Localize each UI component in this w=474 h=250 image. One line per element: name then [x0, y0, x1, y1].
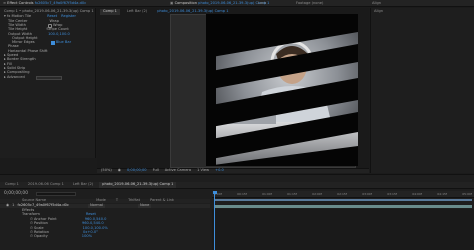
- ruler-tick: 02:00f: [312, 192, 322, 196]
- right-panel: [370, 8, 474, 173]
- subtab-left-bar[interactable]: Left Bar (2): [124, 9, 150, 15]
- photo-artwork: [206, 14, 358, 166]
- visibility-eye-icon[interactable]: ◉: [6, 204, 9, 208]
- timeline-tab-2019[interactable]: 2019-06-06 Comp 1: [25, 182, 67, 188]
- timeline-timecode[interactable]: 0;00;00;00: [4, 191, 28, 196]
- camera-icon[interactable]: ◉: [118, 169, 121, 173]
- layer-parent-dropdown[interactable]: None: [137, 204, 152, 208]
- effect-controls-layer-name: fx2605c7_49a0f67f5d4a.d0c: [34, 0, 87, 5]
- composition-tab-label: Composition: [174, 0, 198, 5]
- reset-effect-field[interactable]: [36, 76, 62, 80]
- footage-tab-label: Footage (none): [296, 0, 324, 5]
- register-button[interactable]: Register: [61, 15, 76, 19]
- align-tab-label: Align: [372, 0, 382, 5]
- resolution-dropdown[interactable]: Full: [153, 169, 159, 173]
- layer-number: 1: [12, 203, 15, 208]
- layer-tab-label: Lock: [258, 0, 267, 5]
- disclosure-triangle-icon[interactable]: ▸: [4, 75, 6, 80]
- color-swatch[interactable]: [50, 40, 55, 45]
- playhead[interactable]: [214, 191, 215, 250]
- ruler-tick: 03:15f: [387, 192, 397, 196]
- work-area-bar[interactable]: [214, 199, 472, 201]
- layer-duration-bar[interactable]: [214, 204, 472, 209]
- ruler-tick: 01:00f: [262, 192, 272, 196]
- ruler-tick: 05:00f: [462, 192, 472, 196]
- right-panel-label: Align: [374, 9, 384, 13]
- ruler-tick: 00:15f: [237, 192, 247, 196]
- composition-footer: (50%) ◉ 0;00;00;00 Full Active Camera 1 …: [97, 168, 369, 173]
- disclosure-triangle-icon[interactable]: ▾: [4, 15, 6, 19]
- timeline-tab-photo[interactable]: photo_2019-06-06_21-39-3(up) Comp 1: [99, 182, 177, 188]
- ruler-tick: 03:00f: [362, 192, 372, 196]
- layer-tab[interactable]: Lock: [258, 0, 267, 6]
- timeline-ruler[interactable]: 0:00f 00:15f 01:00f 01:15f 02:00f 02:15f…: [212, 191, 474, 198]
- lock-icon[interactable]: ▣: [170, 1, 173, 5]
- comp-preview-image[interactable]: [206, 14, 358, 166]
- ruler-tick: 04:15f: [437, 192, 447, 196]
- view-dropdown[interactable]: 1 View: [197, 169, 209, 173]
- effect-controls-tab-label: Effect Controls: [7, 0, 34, 5]
- composition-tab[interactable]: ▣ Composition photo_2019-06-06_21-39-3(u…: [170, 0, 269, 6]
- timeline-search-field[interactable]: [36, 192, 76, 196]
- subtab-comp-1[interactable]: Comp 1: [100, 9, 120, 15]
- property-name: Opacity: [33, 234, 48, 239]
- track-area: [212, 209, 474, 250]
- option-label: Blue Bar: [55, 40, 72, 45]
- timeline-tab-left-bar[interactable]: Left Bar (2): [70, 182, 96, 188]
- effect-controls-tab[interactable]: ≡ Effect Controls fx2605c7_49a0f67f5d4a.…: [3, 0, 87, 6]
- stopwatch-icon[interactable]: ⏱: [30, 235, 33, 239]
- zoom-dropdown[interactable]: (50%): [101, 169, 112, 173]
- ruler-tick: 01:15f: [287, 192, 297, 196]
- footage-tab[interactable]: Footage (none): [296, 0, 324, 6]
- timeline-property-row[interactable]: ⏱ Opacity 100%: [0, 235, 210, 239]
- align-tab[interactable]: Align: [372, 0, 382, 6]
- column-trkmat[interactable]: TrkMat: [128, 199, 140, 203]
- ruler-tick: 02:15f: [337, 192, 347, 196]
- effect-name: Advanced: [6, 74, 25, 79]
- exposure-value[interactable]: +0.0: [215, 169, 224, 173]
- layer-mode-dropdown[interactable]: Normal: [87, 204, 105, 208]
- effect-controls-breadcrumb: Comp 1 • photo_2019-06-06_21-39-3(up) Co…: [4, 8, 94, 13]
- property-value[interactable]: 100%: [82, 235, 92, 239]
- camera-dropdown[interactable]: Active Camera: [165, 169, 191, 173]
- column-parent[interactable]: Parent & Link: [150, 199, 174, 203]
- effects-list: ▾ fx Motion Tile Reset Register Tile Cen…: [4, 15, 96, 79]
- column-t[interactable]: T: [116, 199, 118, 203]
- option-value[interactable]: 100.0,100.0: [48, 32, 70, 37]
- timeline-tab-comp1[interactable]: Comp 1: [2, 182, 22, 188]
- current-time[interactable]: 0;00;00;00: [127, 169, 147, 173]
- playhead-handle[interactable]: [212, 191, 217, 194]
- timeline-tabs: Comp 1 2019-06-06 Comp 1 Left Bar (2) ph…: [0, 182, 474, 189]
- ruler-tick: 04:00f: [412, 192, 422, 196]
- menu-icon[interactable]: ≡: [3, 1, 6, 5]
